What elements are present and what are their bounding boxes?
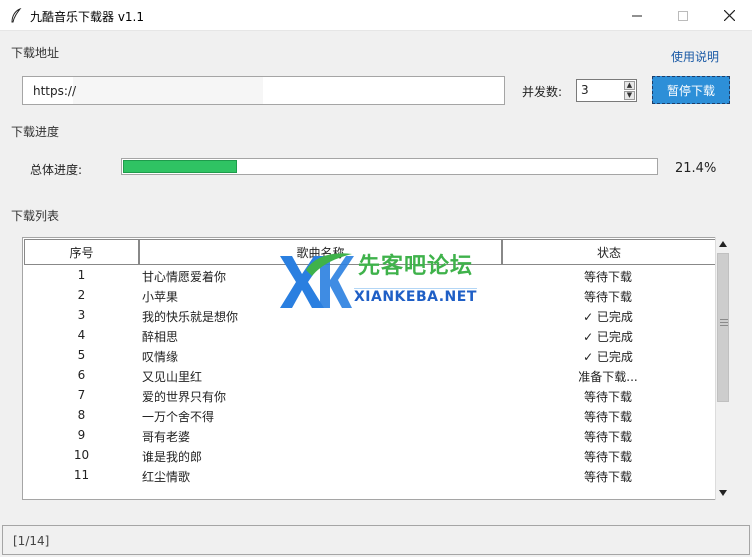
url-field-frame xyxy=(22,76,505,105)
maximize-icon xyxy=(678,10,688,21)
scroll-thumb[interactable] xyxy=(717,253,729,402)
row-index: 4 xyxy=(77,328,86,342)
watermark-logo-icon xyxy=(280,253,354,308)
row-song-name: 谁是我的郎 xyxy=(142,450,203,464)
row-status: 等待下载 xyxy=(583,450,632,464)
window-title: 九酷音乐下载器 v1.1 xyxy=(30,10,145,24)
list-row[interactable]: 11 红尘情歌 等待下载 xyxy=(24,466,716,486)
url-section-label: 下载地址 xyxy=(11,46,60,60)
list-row[interactable]: 10 谁是我的郎 等待下载 xyxy=(24,446,716,466)
row-index: 3 xyxy=(77,308,86,322)
spin-up-arrow-icon[interactable]: ▲ xyxy=(624,81,635,90)
list-row[interactable]: 8 一万个舍不得 等待下载 xyxy=(24,406,716,426)
title-bar: 九酷音乐下载器 v1.1 xyxy=(0,0,752,31)
row-index: 7 xyxy=(77,388,86,402)
row-status: ✓ 已完成 xyxy=(583,330,633,344)
column-header-index[interactable]: 序号 xyxy=(24,239,139,265)
list-row[interactable]: 9 哥有老婆 等待下载 xyxy=(24,426,716,446)
row-status: 等待下载 xyxy=(583,290,632,304)
row-song-name: 甘心情愿爱着你 xyxy=(142,270,227,284)
feather-icon xyxy=(11,8,22,23)
row-status: ✓ 已完成 xyxy=(583,310,633,324)
row-song-name: 又见山里红 xyxy=(142,370,203,384)
concurrency-value[interactable]: 3 xyxy=(581,83,589,97)
row-song-name: 我的快乐就是想你 xyxy=(142,310,239,324)
status-bar: [1/14] xyxy=(2,525,750,555)
progress-section-label: 下载进度 xyxy=(11,125,60,139)
concurrency-label: 并发数: xyxy=(522,85,563,99)
column-header-status[interactable]: 状态 xyxy=(502,239,716,265)
overall-progress-bar xyxy=(121,158,658,175)
url-input[interactable] xyxy=(23,77,504,104)
close-button[interactable] xyxy=(706,0,752,31)
minimize-icon xyxy=(632,15,642,16)
overall-progress-label: 总体进度: xyxy=(30,163,83,177)
row-status: 等待下载 xyxy=(583,390,632,404)
row-index: 2 xyxy=(77,288,86,302)
pause-download-button[interactable]: 暂停下载 xyxy=(652,76,730,104)
list-row[interactable]: 5 叹情缘 ✓ 已完成 xyxy=(24,346,716,366)
watermark-title: 先客吧论坛 xyxy=(358,254,474,279)
list-section-label: 下载列表 xyxy=(11,209,60,223)
row-status: 准备下载... xyxy=(578,370,638,384)
row-index: 6 xyxy=(77,368,86,382)
row-index: 10 xyxy=(73,448,90,462)
concurrency-spinbox[interactable]: 3 ▲ ▼ xyxy=(576,79,637,102)
row-status: ✓ 已完成 xyxy=(583,350,633,364)
row-song-name: 爱的世界只有你 xyxy=(142,390,227,404)
list-row[interactable]: 4 醉相思 ✓ 已完成 xyxy=(24,326,716,346)
list-row[interactable]: 7 爱的世界只有你 等待下载 xyxy=(24,386,716,406)
row-song-name: 叹情缘 xyxy=(142,350,179,364)
progress-fill xyxy=(123,160,237,173)
close-icon xyxy=(723,10,735,21)
watermark: 先客吧论坛 XIANKEBA.NET xyxy=(276,248,486,312)
list-row[interactable]: 6 又见山里红 准备下载... xyxy=(24,366,716,386)
status-text: [1/14] xyxy=(13,534,50,548)
row-index: 8 xyxy=(77,408,86,422)
watermark-subtitle: XIANKEBA.NET xyxy=(354,288,477,305)
spin-down-arrow-icon[interactable]: ▼ xyxy=(624,91,635,100)
row-song-name: 一万个舍不得 xyxy=(142,410,215,424)
row-index: 9 xyxy=(77,428,86,442)
progress-percent: 21.4% xyxy=(675,161,717,176)
row-song-name: 红尘情歌 xyxy=(142,470,191,484)
row-index: 11 xyxy=(73,468,90,482)
maximize-button[interactable] xyxy=(660,0,706,31)
row-index: 1 xyxy=(77,268,86,282)
scroll-down-arrow-icon[interactable] xyxy=(719,490,727,496)
row-status: 等待下载 xyxy=(583,470,632,484)
row-index: 5 xyxy=(77,348,86,362)
row-status: 等待下载 xyxy=(583,270,632,284)
row-status: 等待下载 xyxy=(583,430,632,444)
row-song-name: 小苹果 xyxy=(142,290,179,304)
minimize-button[interactable] xyxy=(614,0,660,31)
scroll-up-arrow-icon[interactable] xyxy=(719,241,727,247)
row-song-name: 醉相思 xyxy=(142,330,179,344)
help-link[interactable]: 使用说明 xyxy=(671,48,719,65)
row-status: 等待下载 xyxy=(583,410,632,424)
list-scrollbar[interactable] xyxy=(715,237,730,500)
row-song-name: 哥有老婆 xyxy=(142,430,191,444)
spin-arrows: ▲ ▼ xyxy=(624,81,635,100)
